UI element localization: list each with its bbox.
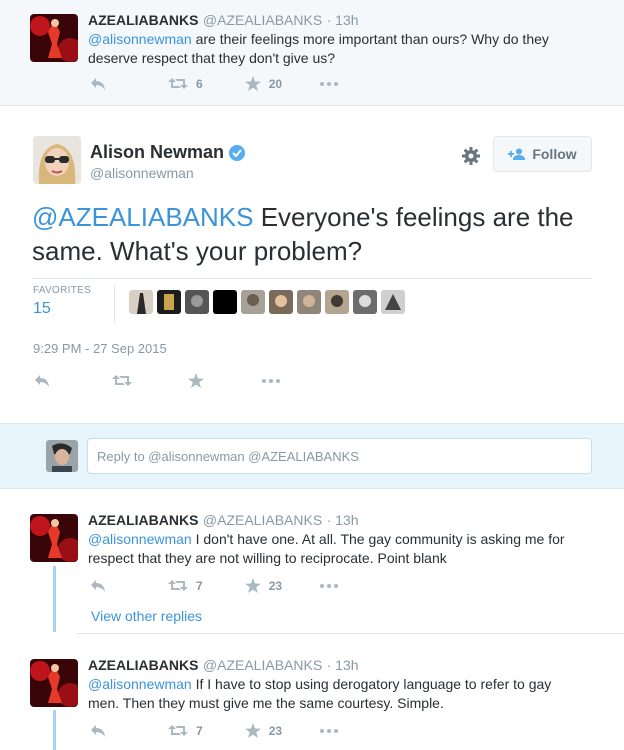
favorite-button[interactable]: 23 bbox=[244, 723, 283, 738]
follow-button[interactable]: Follow bbox=[493, 136, 592, 172]
reply-button[interactable] bbox=[34, 374, 50, 388]
tweet-time[interactable]: · 13h bbox=[327, 512, 359, 528]
reply-icon bbox=[35, 374, 49, 387]
author-handle[interactable]: @AZEALIABANKS bbox=[203, 12, 322, 28]
follow-label: Follow bbox=[532, 146, 577, 162]
tweet-header: AZEALIABANKS @AZEALIABANKS · 13h bbox=[88, 657, 359, 675]
azealia-avatar[interactable] bbox=[30, 659, 78, 707]
user-avatar[interactable] bbox=[46, 440, 78, 472]
tweet-header: AZEALIABANKS @AZEALIABANKS · 13h bbox=[88, 12, 359, 30]
main-tweet-text: @AZEALIABANKS Everyone's feelings are th… bbox=[32, 202, 574, 266]
retweet-button[interactable] bbox=[112, 374, 132, 387]
add-user-icon bbox=[508, 148, 526, 160]
favorites-label: FAVORITES bbox=[33, 285, 92, 296]
retweet-button[interactable]: 7 bbox=[168, 724, 203, 738]
retweet-count: 7 bbox=[196, 578, 203, 593]
retweet-button[interactable]: 7 bbox=[168, 579, 203, 593]
retweet-icon bbox=[168, 580, 188, 591]
thread-line bbox=[53, 710, 56, 750]
view-other-replies-link[interactable]: View other replies bbox=[91, 608, 202, 624]
favorites-count: 15 bbox=[33, 300, 51, 317]
retweet-icon bbox=[168, 725, 188, 736]
author-handle[interactable]: @alisonnewman bbox=[90, 165, 194, 181]
favoriter-avatar[interactable] bbox=[213, 290, 237, 314]
reply-icon bbox=[91, 77, 105, 90]
thread-line bbox=[53, 566, 56, 632]
favorite-count: 20 bbox=[268, 76, 283, 91]
tweet-text: @alisonnewman are their feelings more im… bbox=[88, 31, 549, 66]
tweet-text: @alisonnewman I don't have one. At all. … bbox=[88, 531, 565, 566]
retweet-icon bbox=[168, 78, 188, 89]
main-author[interactable]: Alison Newman bbox=[90, 142, 246, 163]
tweet-timestamp[interactable]: 9:29 PM - 27 Sep 2015 bbox=[33, 341, 167, 356]
reply-button[interactable] bbox=[90, 77, 106, 91]
more-icon bbox=[320, 728, 339, 733]
favoriter-avatar[interactable] bbox=[297, 290, 321, 314]
reply-placeholder: Reply to @alisonnewman @AZEALIABANKS bbox=[97, 449, 359, 464]
azealia-avatar[interactable] bbox=[30, 14, 78, 62]
author-name[interactable]: Alison Newman bbox=[90, 142, 224, 163]
mention-link[interactable]: @AZEALIABANKS bbox=[32, 202, 253, 232]
star-icon bbox=[244, 578, 261, 593]
author-handle[interactable]: @AZEALIABANKS bbox=[203, 657, 322, 673]
favoriter-avatar[interactable] bbox=[157, 290, 181, 314]
reply-icon bbox=[91, 724, 105, 737]
favoriter-avatar[interactable] bbox=[353, 290, 377, 314]
alison-avatar[interactable] bbox=[33, 136, 81, 184]
favoriter-avatar[interactable] bbox=[325, 290, 349, 314]
retweet-icon bbox=[112, 375, 132, 386]
star-icon bbox=[188, 373, 204, 388]
favoriter-avatar[interactable] bbox=[269, 290, 293, 314]
favoriter-avatar[interactable] bbox=[129, 290, 153, 314]
favorite-count: 23 bbox=[268, 723, 283, 738]
reply-button[interactable] bbox=[90, 724, 106, 738]
mention-link[interactable]: @alisonnewman bbox=[88, 31, 192, 47]
favoriter-avatar[interactable] bbox=[185, 290, 209, 314]
tweet-actions: 7 23 bbox=[90, 723, 339, 738]
main-tweet-actions bbox=[34, 373, 280, 388]
more-icon bbox=[262, 378, 280, 383]
author-name[interactable]: AZEALIABANKS bbox=[88, 512, 198, 528]
retweet-count: 6 bbox=[196, 76, 203, 91]
favoriters-avatars bbox=[129, 290, 405, 314]
more-button[interactable] bbox=[320, 583, 339, 588]
divider bbox=[114, 285, 115, 323]
favorite-button[interactable]: 20 bbox=[244, 76, 283, 91]
mention-link[interactable]: @alisonnewman bbox=[88, 531, 192, 547]
tweet-header: AZEALIABANKS @AZEALIABANKS · 13h bbox=[88, 512, 359, 530]
mention-link[interactable]: @alisonnewman bbox=[88, 676, 192, 692]
author-handle[interactable]: @AZEALIABANKS bbox=[203, 512, 322, 528]
tweet-time[interactable]: · 13h bbox=[327, 657, 359, 673]
retweet-button[interactable]: 6 bbox=[168, 77, 203, 91]
more-button[interactable] bbox=[320, 728, 339, 733]
reply-icon bbox=[91, 579, 105, 592]
favorite-button[interactable] bbox=[188, 373, 204, 388]
verified-badge-icon bbox=[229, 144, 246, 161]
tweet-text: @alisonnewman If I have to stop using de… bbox=[88, 676, 552, 711]
retweet-count: 7 bbox=[196, 723, 203, 738]
more-icon bbox=[320, 583, 339, 588]
divider bbox=[32, 278, 592, 279]
star-icon bbox=[244, 76, 261, 91]
tweet-actions: 6 20 bbox=[90, 76, 339, 91]
favorite-button[interactable]: 23 bbox=[244, 578, 283, 593]
more-button[interactable] bbox=[320, 81, 339, 86]
author-name[interactable]: AZEALIABANKS bbox=[88, 657, 198, 673]
more-icon bbox=[320, 81, 339, 86]
star-icon bbox=[244, 723, 261, 738]
gear-icon[interactable] bbox=[461, 146, 481, 171]
tweet-time[interactable]: · 13h bbox=[327, 12, 359, 28]
favorite-count: 23 bbox=[268, 578, 283, 593]
divider bbox=[76, 633, 624, 634]
tweet-actions: 7 23 bbox=[90, 578, 339, 593]
reply-button[interactable] bbox=[90, 579, 106, 593]
favoriter-avatar[interactable] bbox=[241, 290, 265, 314]
favoriter-avatar[interactable] bbox=[381, 290, 405, 314]
author-name[interactable]: AZEALIABANKS bbox=[88, 12, 198, 28]
more-button[interactable] bbox=[262, 378, 280, 383]
reply-input[interactable]: Reply to @alisonnewman @AZEALIABANKS bbox=[87, 438, 592, 474]
azealia-avatar[interactable] bbox=[30, 514, 78, 562]
favorites-stat[interactable]: FAVORITES 15 bbox=[33, 285, 91, 318]
